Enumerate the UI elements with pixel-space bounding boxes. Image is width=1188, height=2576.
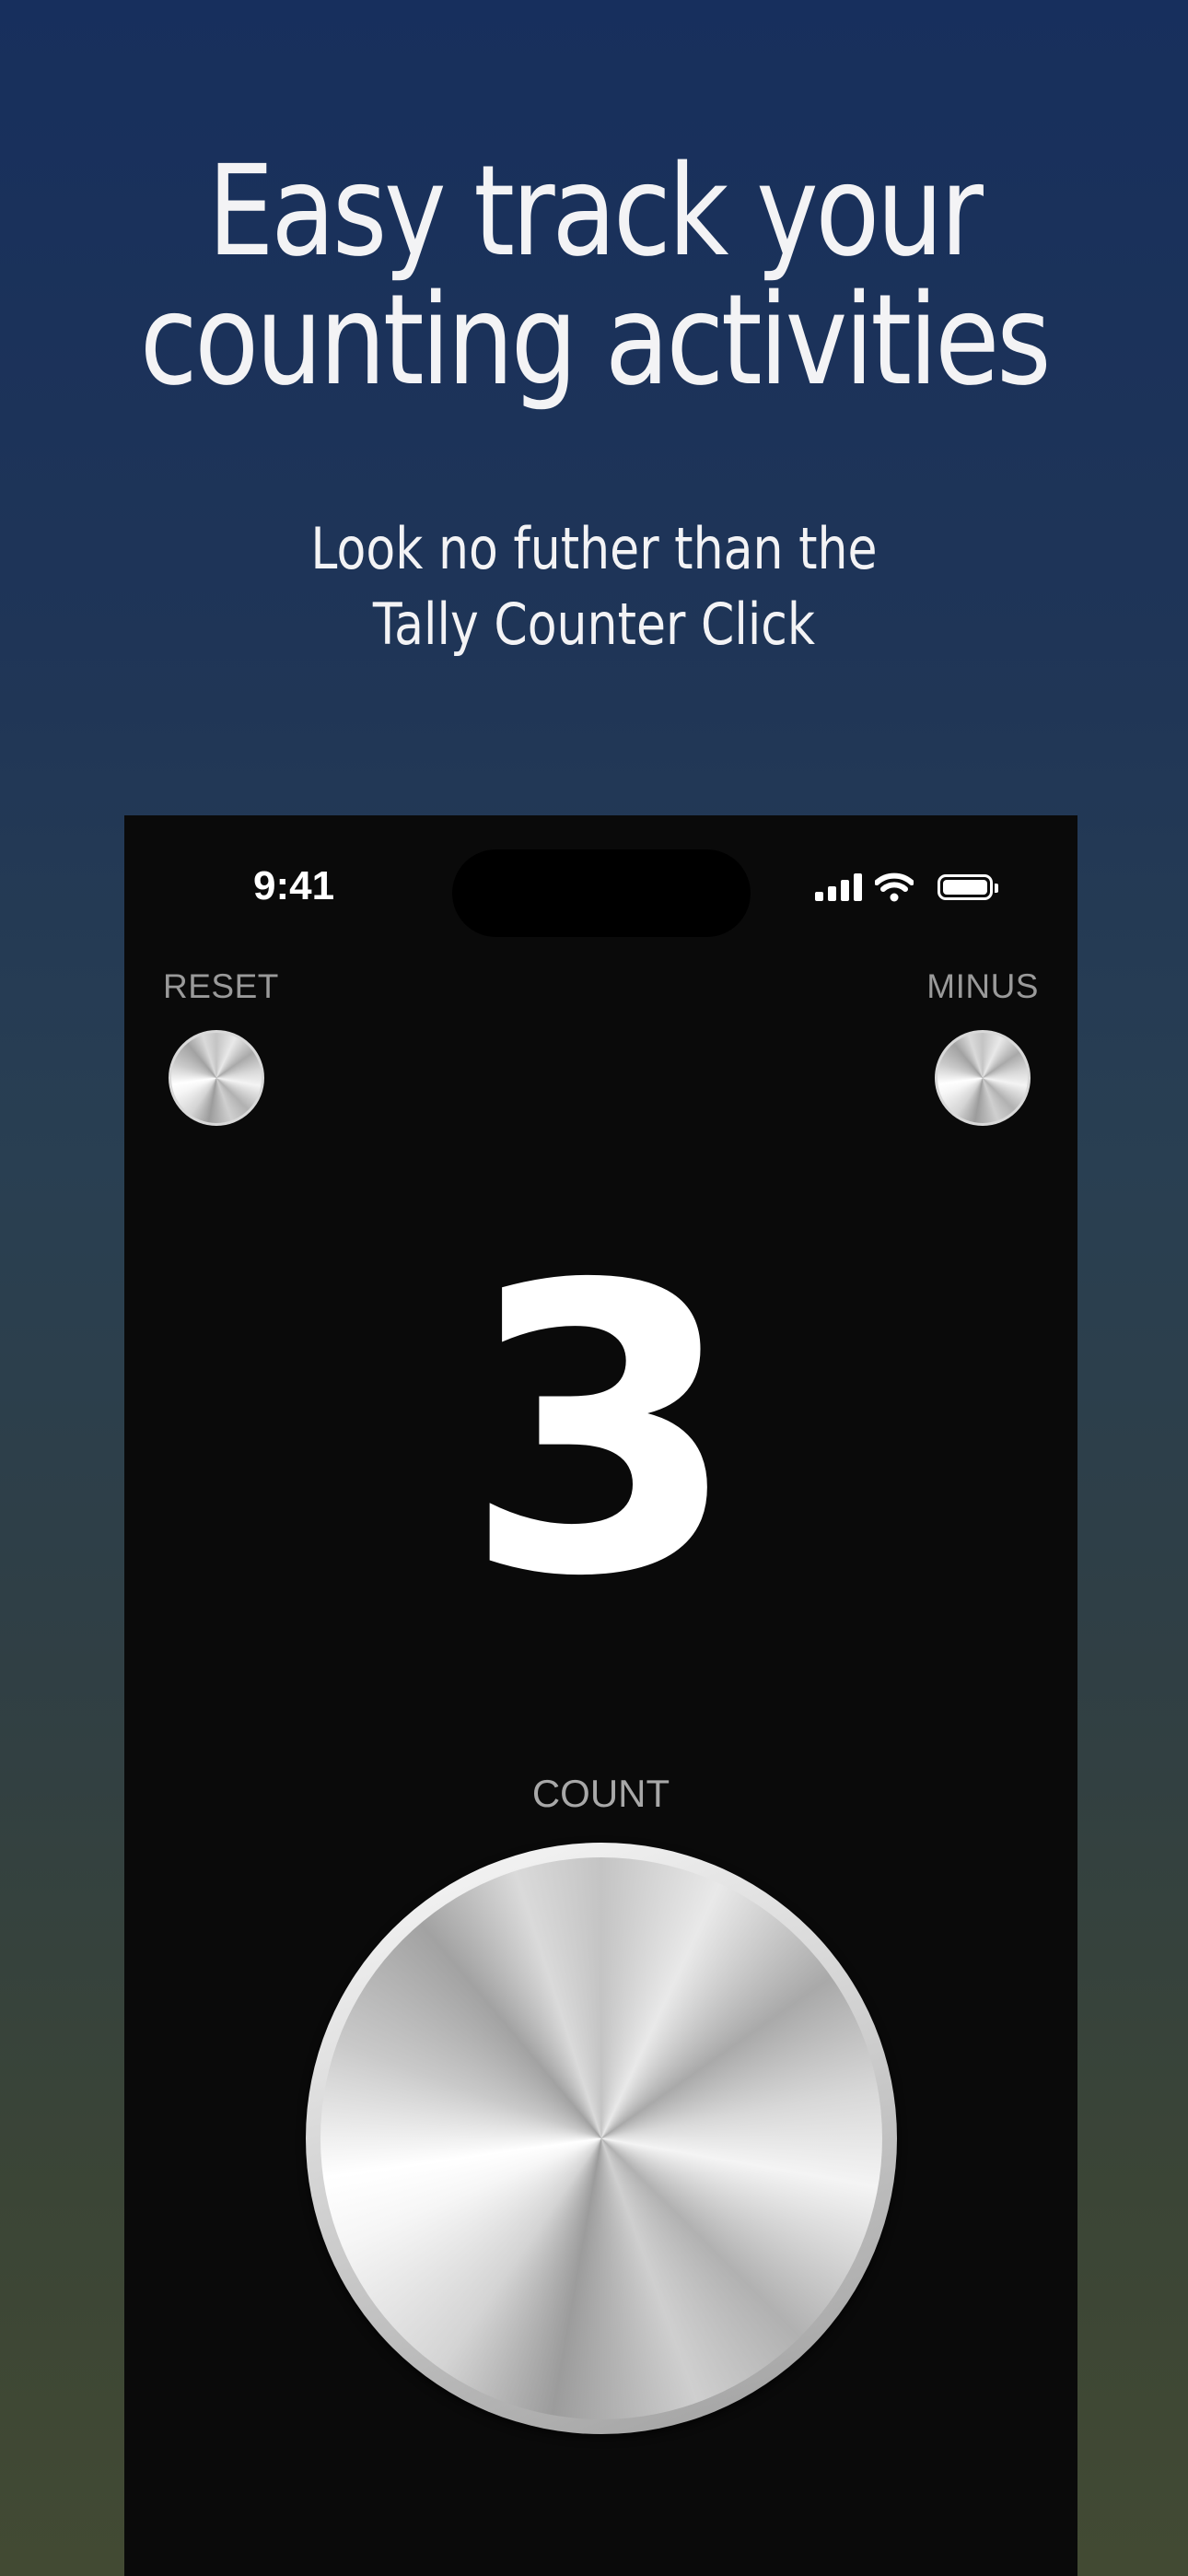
phone-screen: 9:41 RESET MINUS 3 COUNT bbox=[124, 815, 1077, 2576]
reset-button[interactable] bbox=[169, 1030, 264, 1126]
promo-subheadline: Look no futher than the Tally Counter Cl… bbox=[95, 511, 1093, 662]
headline-line-1: Easy track your bbox=[207, 139, 984, 285]
reset-label: RESET bbox=[163, 967, 279, 1005]
battery-icon bbox=[938, 874, 998, 900]
minus-label: MINUS bbox=[926, 967, 1039, 1005]
minus-button[interactable] bbox=[935, 1030, 1031, 1126]
count-button[interactable] bbox=[320, 1857, 882, 2419]
count-label: COUNT bbox=[531, 1772, 670, 1815]
status-time: 9:41 bbox=[253, 863, 335, 908]
dynamic-island bbox=[452, 849, 751, 937]
subheadline-line-1: Look no futher than the bbox=[310, 515, 878, 582]
cellular-signal-icon bbox=[815, 873, 862, 901]
count-button-rim bbox=[306, 1843, 897, 2434]
wifi-icon bbox=[875, 872, 914, 902]
status-icons bbox=[815, 872, 998, 902]
promo-headline: Easy track your counting activities bbox=[95, 147, 1093, 405]
headline-line-2: counting activities bbox=[139, 268, 1052, 414]
count-value: 3 bbox=[462, 1202, 740, 1663]
subheadline-line-2: Tally Counter Click bbox=[372, 591, 816, 658]
